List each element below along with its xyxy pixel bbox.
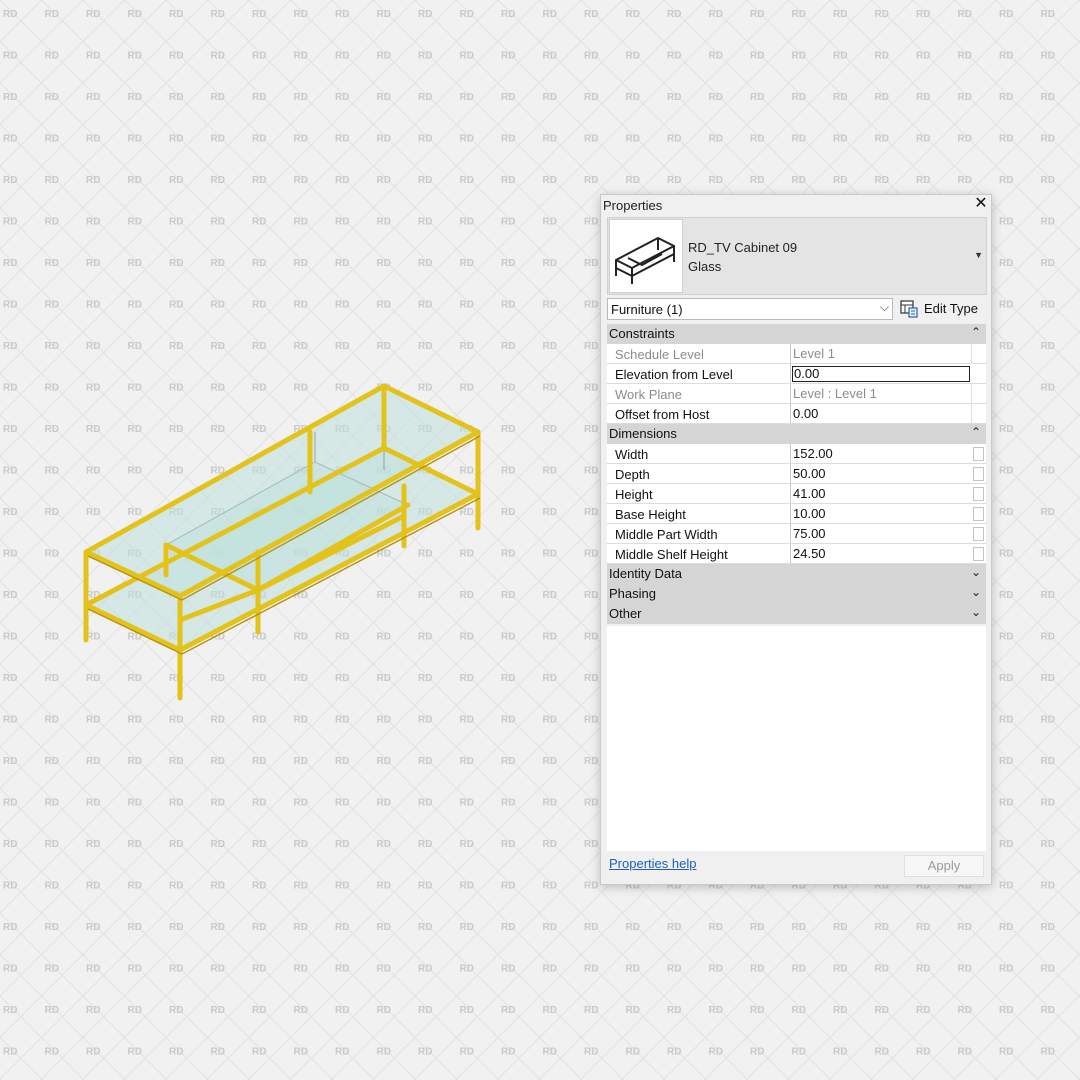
edit-type-icon: [900, 300, 918, 318]
param-row-middle-shelf-height[interactable]: Middle Shelf Height 24.50: [607, 544, 986, 564]
param-row-depth[interactable]: Depth 50.00: [607, 464, 986, 484]
group-label: Dimensions: [609, 426, 677, 441]
associate-parameter-button[interactable]: [973, 547, 984, 561]
param-name: Width: [615, 447, 649, 462]
param-row-schedule-level: Schedule Level Level 1: [607, 344, 986, 364]
associate-parameter-button[interactable]: [973, 507, 984, 521]
group-phasing[interactable]: Phasing ⌄: [607, 584, 986, 604]
type-name: Glass: [688, 259, 722, 274]
group-label: Phasing: [609, 586, 656, 601]
family-name: RD_TV Cabinet 09: [688, 240, 798, 255]
param-row-width[interactable]: Width 152.00: [607, 444, 986, 464]
column-divider: [790, 484, 791, 503]
apply-button[interactable]: Apply: [904, 855, 984, 877]
param-value: Level : Level 1: [793, 386, 877, 401]
column-divider: [971, 404, 972, 423]
param-row-work-plane: Work Plane Level : Level 1: [607, 384, 986, 404]
param-row-elevation-from-level[interactable]: Elevation from Level 0.00: [607, 364, 986, 384]
param-name: Elevation from Level: [615, 367, 733, 382]
param-value[interactable]: 0.00: [792, 406, 970, 422]
column-divider: [971, 384, 972, 403]
group-dimensions[interactable]: Dimensions ⌃: [607, 424, 986, 444]
expand-icon[interactable]: ⌄: [971, 565, 981, 579]
param-value[interactable]: 75.00: [792, 526, 970, 542]
instance-filter-dropdown[interactable]: Furniture (1) ⌵: [607, 298, 893, 320]
param-value[interactable]: 10.00: [792, 506, 970, 522]
instance-filter-value: Furniture (1): [611, 302, 683, 317]
column-divider: [790, 404, 791, 423]
column-divider: [790, 364, 791, 383]
column-divider: [971, 344, 972, 363]
param-name: Middle Part Width: [615, 527, 718, 542]
param-row-offset-from-host[interactable]: Offset from Host 0.00: [607, 404, 986, 424]
edit-type-button[interactable]: Edit Type: [900, 298, 986, 320]
associate-parameter-button[interactable]: [973, 487, 984, 501]
column-divider: [790, 544, 791, 563]
param-row-height[interactable]: Height 41.00: [607, 484, 986, 504]
expand-icon[interactable]: ⌄: [971, 605, 981, 619]
close-icon[interactable]: ✕: [974, 195, 988, 213]
grid-empty-area: [607, 626, 986, 851]
group-label: Other: [609, 606, 642, 621]
column-divider: [790, 524, 791, 543]
param-name: Work Plane: [615, 387, 682, 402]
edit-type-label: Edit Type: [924, 301, 978, 316]
expand-icon[interactable]: ⌄: [971, 585, 981, 599]
group-constraints[interactable]: Constraints ⌃: [607, 324, 986, 344]
properties-palette: Properties ✕ RD_TV Cabinet 09 Glass ▼ Fu…: [600, 194, 992, 885]
column-divider: [790, 384, 791, 403]
cabinet-thumbnail-icon: [615, 237, 675, 284]
param-value: Level 1: [793, 346, 835, 361]
collapse-icon[interactable]: ⌃: [971, 425, 981, 439]
param-value[interactable]: 41.00: [792, 486, 970, 502]
triangle-down-icon[interactable]: ▼: [974, 250, 983, 260]
group-identity-data[interactable]: Identity Data ⌄: [607, 564, 986, 584]
palette-title: Properties: [603, 198, 663, 213]
param-name: Schedule Level: [615, 347, 704, 362]
group-other[interactable]: Other ⌄: [607, 604, 986, 624]
associate-parameter-button[interactable]: [973, 527, 984, 541]
column-divider: [790, 464, 791, 483]
param-name: Base Height: [615, 507, 686, 522]
type-selector[interactable]: RD_TV Cabinet 09 Glass ▼: [607, 217, 987, 295]
param-name: Offset from Host: [615, 407, 710, 422]
param-row-base-height[interactable]: Base Height 10.00: [607, 504, 986, 524]
param-name: Depth: [615, 467, 650, 482]
param-name: Middle Shelf Height: [615, 547, 728, 562]
column-divider: [790, 504, 791, 523]
param-row-middle-part-width[interactable]: Middle Part Width 75.00: [607, 524, 986, 544]
type-thumbnail: [609, 219, 683, 293]
param-value[interactable]: 50.00: [792, 466, 970, 482]
associate-parameter-button[interactable]: [973, 467, 984, 481]
column-divider: [790, 444, 791, 463]
properties-grid: Constraints ⌃ Schedule Level Level 1 Ele…: [607, 324, 986, 624]
param-name: Height: [615, 487, 653, 502]
group-label: Constraints: [609, 326, 675, 341]
palette-title-bar[interactable]: Properties ✕: [601, 195, 991, 215]
associate-parameter-button[interactable]: [973, 447, 984, 461]
collapse-icon[interactable]: ⌃: [971, 325, 981, 339]
param-value[interactable]: 24.50: [792, 546, 970, 562]
group-label: Identity Data: [609, 566, 682, 581]
column-divider: [790, 344, 791, 363]
properties-help-link[interactable]: Properties help: [609, 856, 696, 871]
param-value[interactable]: 152.00: [792, 446, 970, 462]
elevation-input[interactable]: 0.00: [792, 366, 970, 382]
chevron-down-icon[interactable]: ⌵: [880, 300, 889, 315]
